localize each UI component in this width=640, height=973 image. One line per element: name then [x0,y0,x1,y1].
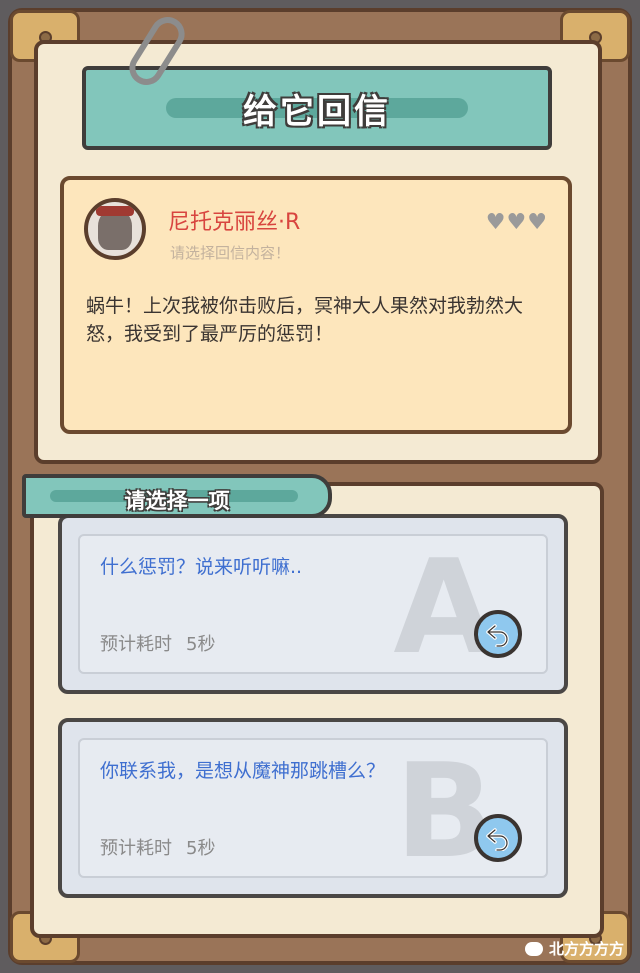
reply-arrow-icon [486,624,509,647]
option-time: 预计耗时 5秒 [100,634,216,655]
heart-icon: ♥ [485,210,507,235]
letter-card: 尼托克丽丝·R 请选择回信内容！ ♥♥♥ 蜗牛！上次我被你击败后，冥神大人果然对… [60,176,572,434]
reply-option-a[interactable]: A 什么惩罚？说来听听嘛.. 预计耗时 5秒 [58,514,568,694]
avatar [84,198,146,260]
reply-option-b[interactable]: B 你联系我，是想从魔神那跳槽么？ 预计耗时 5秒 [58,718,568,898]
reply-arrow-icon [486,828,509,851]
option-time: 预计耗时 5秒 [100,838,216,859]
watermark: 北方方方方 [524,938,624,959]
wechat-icon [524,942,543,956]
option-text: 你联系我，是想从魔神那跳槽么？ [100,760,386,782]
choices-prompt: 请选择一项 [124,489,230,513]
page-title: 给它回信 [243,92,391,132]
heart-icon: ♥ [506,210,528,235]
option-mark: B [394,735,494,887]
reply-button[interactable] [474,610,522,658]
affection-hearts: ♥♥♥ [486,210,548,235]
option-mark: A [393,531,494,683]
sender-name: 尼托克丽丝·R [168,210,301,235]
option-text: 什么惩罚？说来听听嘛.. [100,556,303,578]
letter-message: 蜗牛！上次我被你击败后，冥神大人果然对我勃然大怒，我受到了最严厉的惩罚！ [86,295,524,345]
reply-button[interactable] [474,814,522,862]
heart-icon: ♥ [527,210,548,235]
reply-hint: 请选择回信内容！ [170,244,291,262]
choices-prompt-tag: 请选择一项 [22,474,332,518]
